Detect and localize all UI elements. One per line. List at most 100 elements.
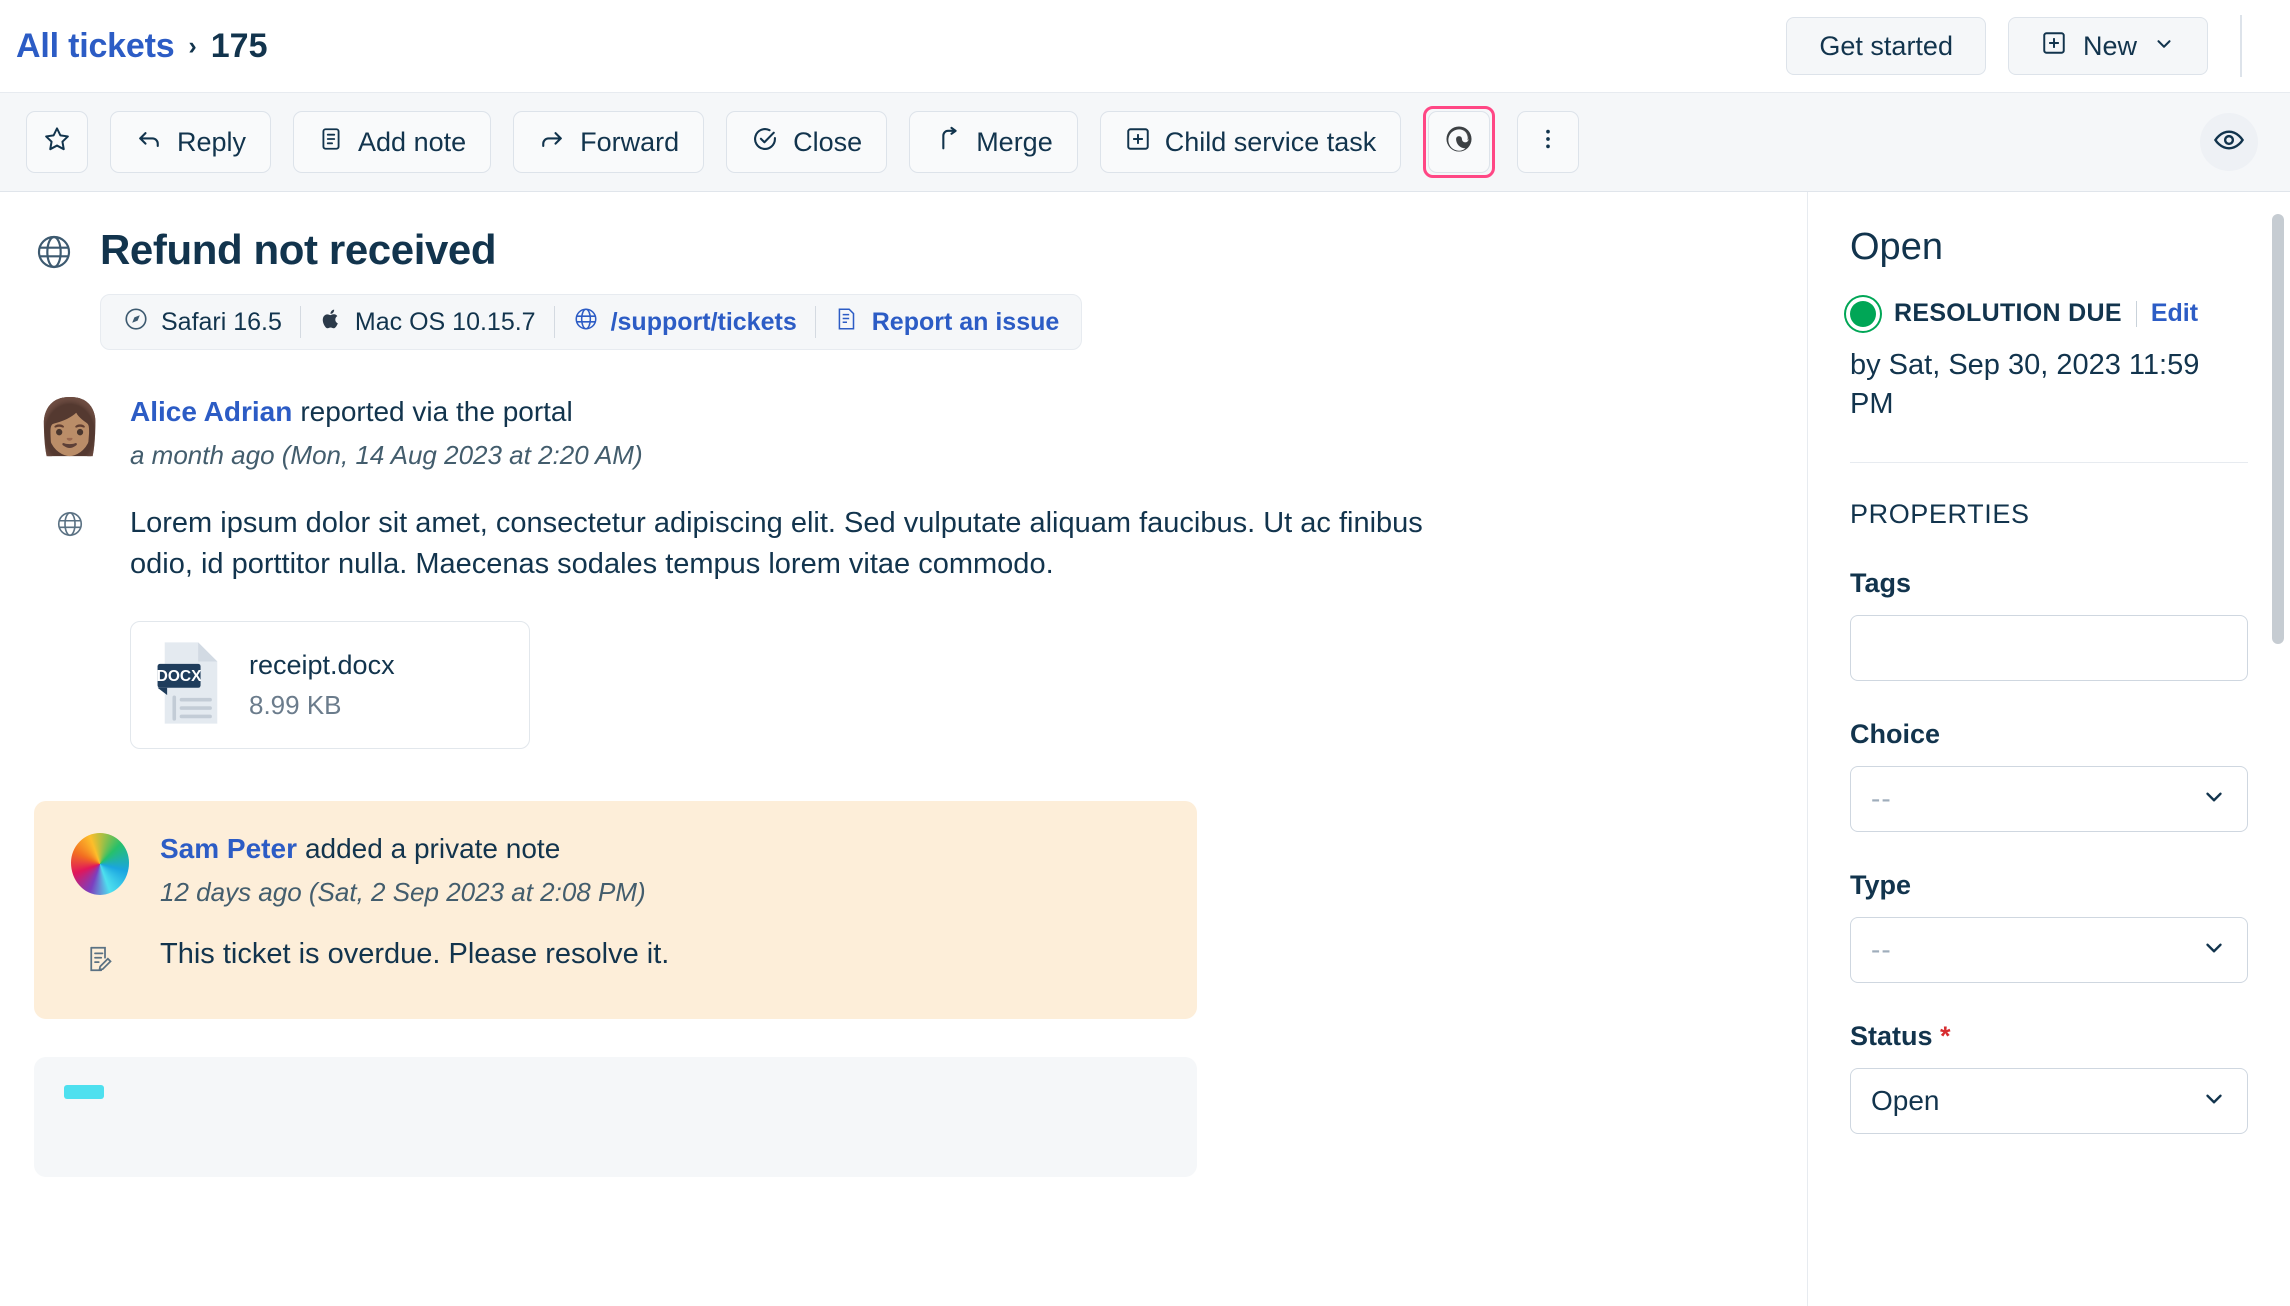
merge-button[interactable]: Merge bbox=[909, 111, 1078, 173]
field-choice: Choice -- bbox=[1850, 719, 2248, 833]
breadcrumb-separator-icon: › bbox=[188, 31, 197, 60]
apple-icon bbox=[319, 306, 343, 339]
meta-os: Mac OS 10.15.7 bbox=[319, 306, 536, 339]
page-body: Refund not received Safari 16.5 Mac OS 1… bbox=[0, 192, 2290, 1306]
watch-ticket-button[interactable] bbox=[2200, 113, 2258, 171]
type-select[interactable]: -- bbox=[1850, 917, 2248, 984]
spiral-action-button[interactable] bbox=[1428, 111, 1491, 173]
meta-browser: Safari 16.5 bbox=[123, 306, 282, 339]
conversation-action-text: reported via the portal bbox=[300, 396, 573, 427]
globe-icon bbox=[573, 306, 599, 339]
ticket-meta-bar: Safari 16.5 Mac OS 10.15.7 /support/tick… bbox=[100, 294, 1083, 350]
private-note-card: Sam Peter added a private note 12 days ag… bbox=[34, 801, 1197, 1020]
child-service-task-button[interactable]: Child service task bbox=[1099, 111, 1402, 173]
conversation-heading: Alice Adrian reported via the portal bbox=[130, 396, 1767, 428]
conversation-timestamp: a month ago (Mon, 14 Aug 2023 at 2:20 AM… bbox=[130, 440, 643, 470]
close-button-label: Close bbox=[793, 126, 863, 157]
close-button[interactable]: Close bbox=[726, 111, 888, 173]
meta-os-label: Mac OS 10.15.7 bbox=[354, 307, 536, 336]
highlighted-action-wrapper bbox=[1423, 106, 1496, 178]
forward-button[interactable]: Forward bbox=[513, 111, 705, 173]
more-actions-button[interactable] bbox=[1517, 111, 1580, 173]
field-status: Status * Open bbox=[1850, 1021, 2248, 1135]
tags-input[interactable] bbox=[1850, 615, 2248, 682]
merge-icon bbox=[934, 125, 962, 160]
message-body-text: Lorem ipsum dolor sit amet, consectetur … bbox=[130, 507, 1423, 581]
required-marker: * bbox=[1940, 1021, 1951, 1052]
ticket-properties-sidebar: Open RESOLUTION DUE Edit by Sat, Sep 30,… bbox=[1808, 192, 2290, 1306]
private-note-body-row: This ticket is overdue. Please resolve i… bbox=[64, 938, 1163, 979]
field-choice-label: Choice bbox=[1850, 719, 1941, 750]
sla-due-text: by Sat, Sep 30, 2023 11:59 PM bbox=[1850, 349, 2200, 421]
field-type-label: Type bbox=[1850, 870, 1912, 901]
private-note-heading: Sam Peter added a private note bbox=[160, 833, 1163, 865]
eye-icon bbox=[2213, 124, 2245, 161]
meta-browser-label: Safari 16.5 bbox=[161, 307, 282, 336]
private-note-body-text: This ticket is overdue. Please resolve i… bbox=[160, 938, 670, 971]
reply-arrow-icon bbox=[135, 125, 163, 160]
sla-row: RESOLUTION DUE Edit bbox=[1850, 299, 2248, 328]
chevron-down-icon bbox=[2153, 31, 2175, 62]
ticket-title: Refund not received bbox=[100, 226, 497, 273]
avatar-column: 👩🏽 bbox=[34, 396, 106, 471]
forward-button-label: Forward bbox=[580, 126, 680, 157]
field-status-label-text: Status bbox=[1850, 1021, 1933, 1052]
avatar[interactable] bbox=[71, 833, 129, 896]
get-started-button[interactable]: Get started bbox=[1786, 17, 1986, 75]
breadcrumb: All tickets › 175 bbox=[16, 27, 267, 66]
action-toolbar: Reply Add note Forward Close Merge Child… bbox=[0, 92, 2290, 192]
attachment-filename: receipt.docx bbox=[249, 649, 395, 680]
merge-button-label: Merge bbox=[976, 126, 1053, 157]
field-tags-label: Tags bbox=[1850, 568, 1912, 599]
sla-label: RESOLUTION DUE bbox=[1894, 299, 2122, 327]
breadcrumb-all-tickets-link[interactable]: All tickets bbox=[16, 27, 175, 66]
meta-source-url-label: /support/tickets bbox=[610, 307, 797, 336]
star-button[interactable] bbox=[26, 111, 88, 173]
top-bar: All tickets › 175 Get started New bbox=[0, 0, 2290, 92]
plus-square-icon bbox=[2041, 30, 2067, 63]
globe-icon bbox=[55, 509, 85, 585]
add-note-button[interactable]: Add note bbox=[293, 111, 492, 173]
meta-divider bbox=[299, 306, 301, 338]
private-note-icon-column bbox=[64, 938, 136, 979]
sla-divider bbox=[2135, 300, 2137, 327]
sidebar-scrollbar-thumb[interactable] bbox=[2272, 214, 2284, 644]
new-button[interactable]: New bbox=[2007, 17, 2208, 75]
private-note-meta: Sam Peter added a private note 12 days ag… bbox=[160, 833, 1163, 908]
note-icon bbox=[318, 126, 344, 159]
field-type: Type -- bbox=[1850, 870, 2248, 984]
status-select[interactable]: Open bbox=[1850, 1068, 2248, 1135]
conversation-author-link[interactable]: Alice Adrian bbox=[130, 396, 292, 427]
star-icon bbox=[42, 124, 72, 161]
check-circle-icon bbox=[751, 125, 779, 160]
sidebar-divider bbox=[1850, 462, 2248, 464]
spiral-icon bbox=[1443, 123, 1475, 162]
plus-square-icon bbox=[1125, 126, 1151, 159]
ticket-header: Refund not received Safari 16.5 Mac OS 1… bbox=[34, 226, 1767, 350]
private-note-author-link[interactable]: Sam Peter bbox=[160, 833, 297, 864]
attachment-card[interactable]: DOCX receipt.docx 8.99 KB bbox=[130, 621, 530, 750]
avatar[interactable]: 👩🏽 bbox=[36, 396, 103, 458]
svg-text:DOCX: DOCX bbox=[157, 668, 202, 685]
attachment-info: receipt.docx 8.99 KB bbox=[249, 650, 395, 721]
private-note-timestamp: 12 days ago (Sat, 2 Sep 2023 at 2:08 PM) bbox=[160, 877, 646, 908]
report-an-issue-link[interactable]: Report an issue bbox=[834, 306, 1060, 339]
report-icon bbox=[834, 306, 860, 339]
new-button-label: New bbox=[2082, 30, 2137, 61]
chevron-down-icon bbox=[2201, 784, 2227, 815]
sla-edit-link[interactable]: Edit bbox=[2151, 299, 2198, 328]
report-an-issue-label: Report an issue bbox=[871, 307, 1060, 336]
next-card-avatar-stub bbox=[64, 1085, 104, 1100]
next-conversation-card-partial[interactable] bbox=[34, 1057, 1197, 1178]
conversation-entry: 👩🏽 Alice Adrian reported via the portal a… bbox=[34, 396, 1767, 471]
type-select-value: -- bbox=[1871, 934, 1892, 966]
reply-button[interactable]: Reply bbox=[110, 111, 272, 173]
top-bar-actions: Get started New bbox=[1786, 15, 2256, 77]
meta-source-url-link[interactable]: /support/tickets bbox=[573, 306, 797, 339]
ticket-source-globe-icon bbox=[34, 232, 74, 277]
choice-select[interactable]: -- bbox=[1850, 766, 2248, 833]
breadcrumb-current-ticket-id: 175 bbox=[210, 26, 268, 65]
message-channel-icon-column bbox=[34, 503, 106, 585]
note-edit-icon bbox=[85, 944, 115, 979]
child-service-task-button-label: Child service task bbox=[1164, 126, 1377, 157]
